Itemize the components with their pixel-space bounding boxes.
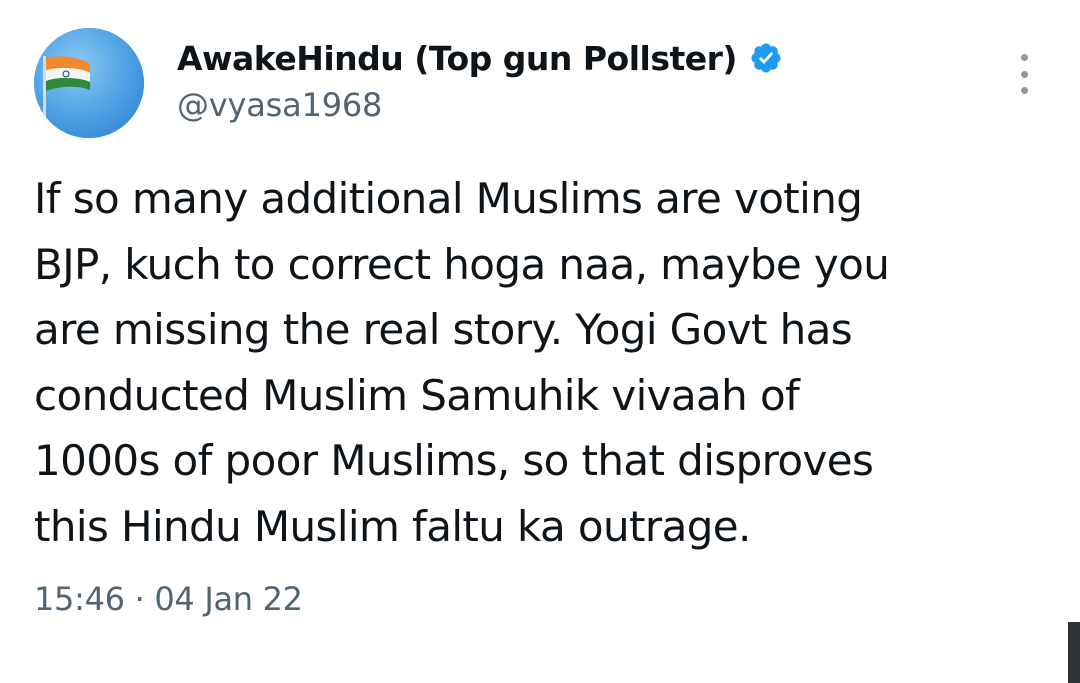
- more-dot: [1020, 54, 1028, 61]
- display-name[interactable]: AwakeHindu (Top gun Pollster): [177, 39, 738, 78]
- tweet-text-line: BJP, kuch to correct hoga naa, maybe you: [34, 239, 890, 289]
- name-row: AwakeHindu (Top gun Pollster): [177, 36, 990, 80]
- indian-flag-avatar-icon: [34, 28, 144, 138]
- avatar[interactable]: [34, 28, 144, 138]
- verified-badge-icon: [749, 41, 783, 75]
- tweet-card: AwakeHindu (Top gun Pollster) @vyasa1968…: [0, 0, 1080, 683]
- more-dot: [1020, 87, 1028, 94]
- tweet-text-line: are missing the real story. Yogi Govt ha…: [34, 305, 853, 354]
- tweet-header: AwakeHindu (Top gun Pollster) @vyasa1968: [177, 36, 990, 124]
- tweet-text: If so many additional Muslims are voting…: [34, 166, 1034, 559]
- more-dot: [1020, 70, 1028, 78]
- tweet-text-line: If so many additional Muslims are voting: [34, 174, 863, 223]
- tweet-text-line: this Hindu Muslim faltu ka outrage.: [34, 501, 751, 551]
- tweet-text-line: conducted Muslim Samuhik vivaah of: [34, 370, 800, 420]
- tweet-text-line: 1000s of poor Muslims, so that disproves: [34, 436, 874, 485]
- more-vertical-icon[interactable]: [1012, 54, 1036, 94]
- tweet-timestamp[interactable]: 15:46 · 04 Jan 22: [34, 580, 303, 618]
- user-handle[interactable]: @vyasa1968: [177, 86, 990, 124]
- scrollbar[interactable]: [1068, 622, 1080, 683]
